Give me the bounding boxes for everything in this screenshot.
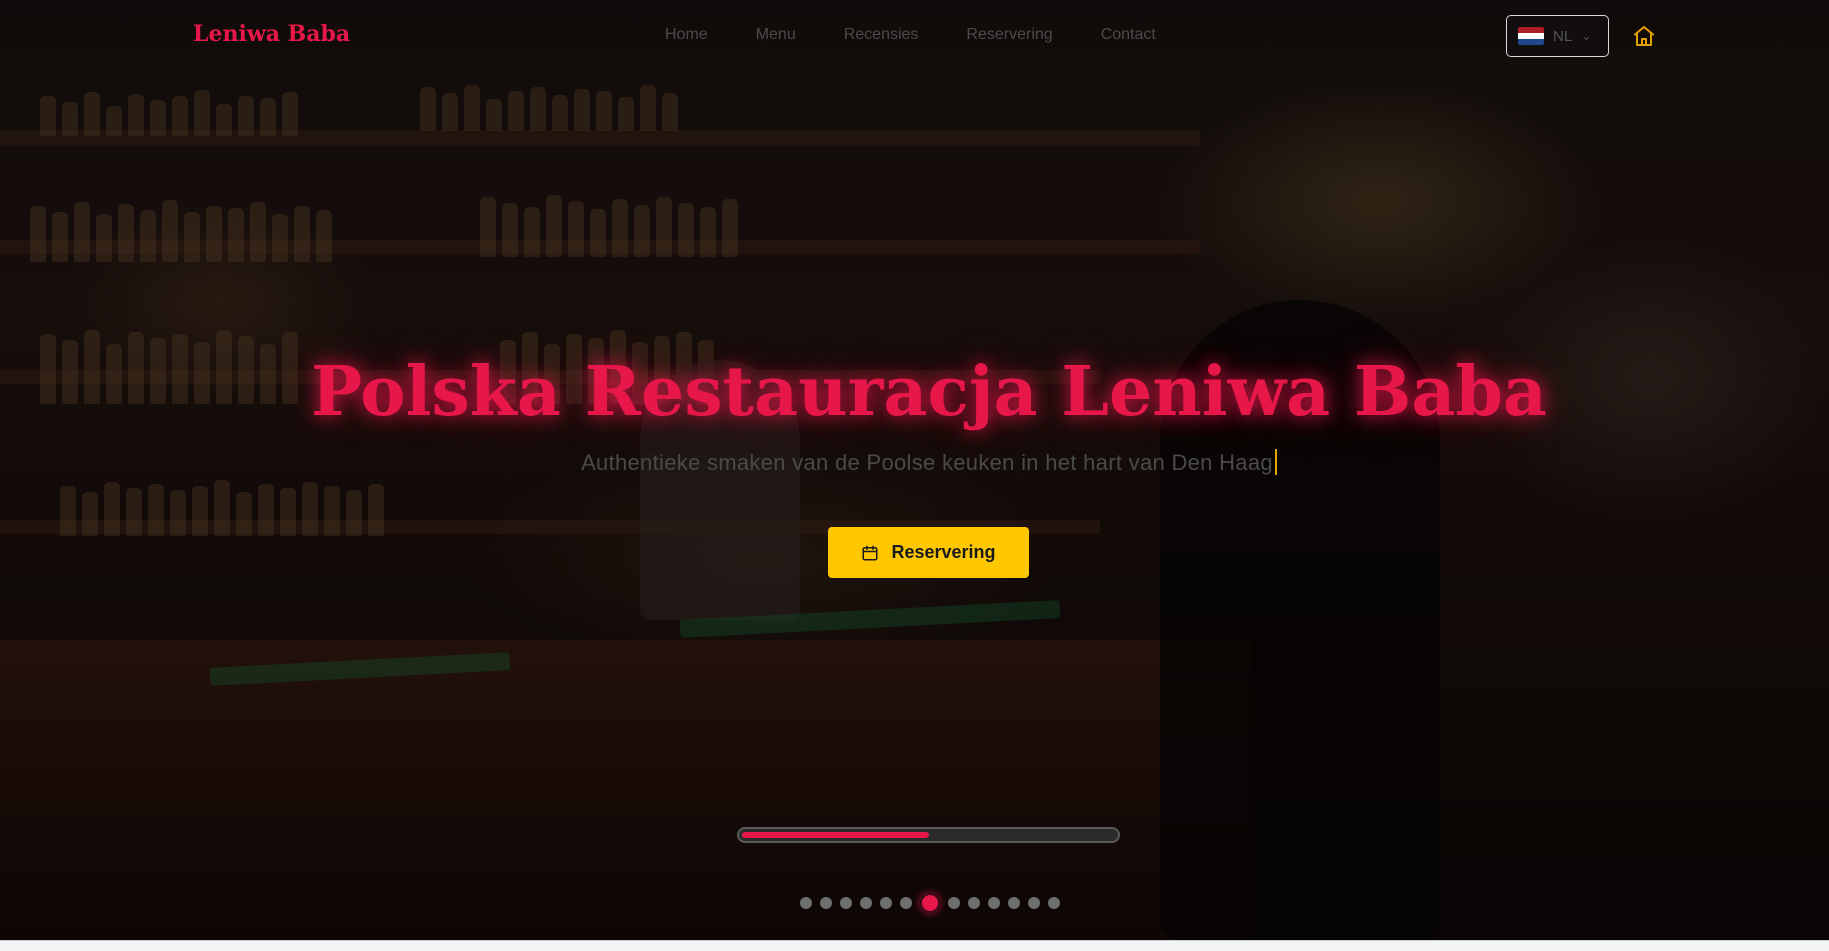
nav-item-contact[interactable]: Contact [1101, 26, 1156, 44]
nav-item-recensies[interactable]: Recensies [844, 26, 919, 44]
language-selector[interactable]: NL ⌄ [1506, 15, 1609, 57]
slide-dot[interactable] [880, 897, 892, 909]
slide-dot[interactable] [840, 897, 852, 909]
calendar-icon [862, 545, 878, 560]
slide-dot[interactable] [900, 897, 912, 909]
language-code: NL [1553, 27, 1573, 45]
slide-dot[interactable] [948, 897, 960, 909]
slide-dot[interactable] [1028, 897, 1040, 909]
slide-dot[interactable] [1008, 897, 1020, 909]
slide-progress-fill [742, 832, 929, 838]
nav-item-reservering[interactable]: Reservering [966, 26, 1052, 44]
slide-dot[interactable] [1048, 897, 1060, 909]
slide-dot[interactable] [800, 897, 812, 909]
chevron-down-icon: ⌄ [1581, 29, 1592, 43]
reservation-button-label: Reservering [891, 542, 996, 562]
slide-dot[interactable] [988, 897, 1000, 909]
taskbar-strip [0, 940, 1829, 951]
hero-subtitle-text: Authentieke smaken van de Poolse keuken … [581, 450, 1273, 475]
slide-indicator-dots [800, 893, 1060, 913]
slide-dot[interactable] [860, 897, 872, 909]
nav-item-menu[interactable]: Menu [756, 26, 796, 44]
top-navbar: Leniwa Baba Home Menu Recensies Reserver… [0, 0, 1829, 72]
slide-dot[interactable] [968, 897, 980, 909]
home-icon[interactable] [1632, 24, 1656, 48]
slide-dot-active[interactable] [920, 893, 940, 913]
hero-title: Polska Restauracja Leniwa Baba [311, 352, 1547, 432]
slide-progress-bar [737, 827, 1120, 843]
slide-dot[interactable] [820, 897, 832, 909]
typing-caret [1274, 449, 1277, 475]
main-menu: Home Menu Recensies Reservering Contact [665, 26, 1204, 44]
netherlands-flag-icon [1518, 27, 1544, 45]
reservation-button[interactable]: Reservering [828, 527, 1029, 578]
site-logo[interactable]: Leniwa Baba [193, 21, 350, 47]
hero-subtitle: Authentieke smaken van de Poolse keuken … [0, 449, 1829, 476]
nav-item-home[interactable]: Home [665, 26, 708, 44]
